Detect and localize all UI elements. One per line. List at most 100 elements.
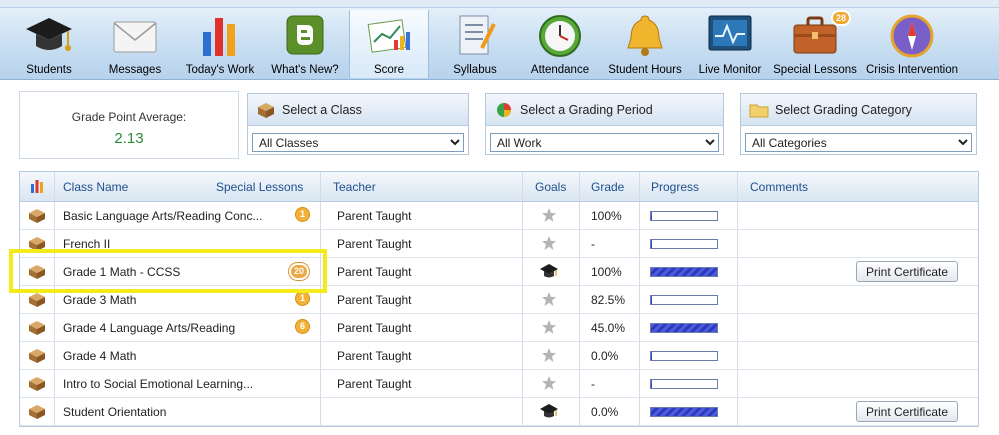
column-separator bbox=[737, 172, 738, 201]
special-lessons-badge[interactable]: 1 bbox=[295, 207, 310, 222]
teacher-name: Parent Taught bbox=[337, 209, 412, 223]
header-goals[interactable]: Goals bbox=[535, 180, 566, 194]
column-separator bbox=[320, 286, 321, 313]
class-name-link[interactable]: Intro to Social Emotional Learning... bbox=[63, 377, 253, 391]
progress-bar bbox=[650, 379, 718, 389]
grading-period-filter-header: Select a Grading Period bbox=[486, 94, 723, 126]
table-row[interactable]: Grade 4 Language Arts/Reading 6 Parent Tau… bbox=[20, 314, 978, 342]
teacher-name: Parent Taught bbox=[337, 377, 412, 391]
class-box-icon bbox=[29, 405, 45, 419]
table-row[interactable]: Grade 3 Math 1 Parent Taught 82.5% bbox=[20, 286, 978, 314]
progress-bar-fill bbox=[651, 268, 717, 276]
header-grade[interactable]: Grade bbox=[591, 180, 624, 194]
column-chart-icon bbox=[31, 180, 43, 193]
class-name-link[interactable]: Basic Language Arts/Reading Conc... bbox=[63, 209, 262, 223]
header-comments[interactable]: Comments bbox=[750, 180, 808, 194]
grade-value: 100% bbox=[591, 265, 622, 279]
toolbar-score[interactable]: Score bbox=[349, 10, 429, 78]
special-lessons-count-badge: 28 bbox=[831, 10, 851, 26]
toolbar-messages[interactable]: Messages bbox=[100, 10, 170, 78]
class-name-link[interactable]: French II bbox=[63, 237, 110, 251]
bar-chart-icon bbox=[203, 18, 235, 56]
column-separator bbox=[639, 314, 640, 341]
column-separator bbox=[579, 314, 580, 341]
folder-icon bbox=[749, 104, 769, 118]
toolbar-todays-work[interactable]: Today's Work bbox=[180, 10, 260, 78]
grade-value: 0.0% bbox=[591, 405, 619, 419]
print-certificate-button[interactable]: Print Certificate bbox=[856, 261, 958, 282]
column-separator bbox=[522, 314, 523, 341]
toolbar-syllabus[interactable]: Syllabus bbox=[440, 10, 510, 78]
table-row[interactable]: Grade 1 Math - CCSS 20 Parent Taught 100% Pr… bbox=[20, 258, 978, 286]
progress-bar-fill bbox=[651, 296, 653, 304]
toolbar-attendance[interactable]: Attendance bbox=[522, 10, 598, 78]
class-filter-title: Select a Class bbox=[282, 103, 362, 117]
teacher-name: Parent Taught bbox=[337, 321, 412, 335]
header-special-lessons[interactable]: Special Lessons bbox=[216, 180, 303, 194]
column-separator bbox=[639, 202, 640, 229]
teacher-name: Parent Taught bbox=[337, 237, 412, 251]
grade-value: - bbox=[591, 377, 595, 391]
column-separator bbox=[639, 286, 640, 313]
progress-bar bbox=[650, 323, 718, 333]
gpa-panel: Grade Point Average: 2.13 bbox=[19, 91, 239, 159]
grade-value: - bbox=[591, 237, 595, 251]
class-select[interactable]: All Classes bbox=[252, 133, 464, 152]
teacher-name: Parent Taught bbox=[337, 265, 412, 279]
class-name-link[interactable]: Grade 1 Math - CCSS bbox=[63, 265, 180, 279]
column-separator bbox=[54, 172, 55, 201]
column-separator bbox=[579, 286, 580, 313]
table-row[interactable]: French II Parent Taught - bbox=[20, 230, 978, 258]
column-separator bbox=[54, 370, 55, 397]
table-row[interactable]: Basic Language Arts/Reading Conc... 1 Pare… bbox=[20, 202, 978, 230]
column-separator bbox=[639, 398, 640, 425]
class-name-link[interactable]: Student Orientation bbox=[63, 405, 166, 419]
toolbar-whats-new[interactable]: What's New? bbox=[265, 10, 345, 78]
blogger-icon bbox=[286, 15, 324, 55]
class-box-icon bbox=[29, 237, 45, 251]
toolbar-crisis-intervention[interactable]: Crisis Intervention bbox=[862, 10, 962, 78]
header-progress[interactable]: Progress bbox=[651, 180, 699, 194]
print-certificate-button[interactable]: Print Certificate bbox=[856, 401, 958, 422]
header-teacher[interactable]: Teacher bbox=[333, 180, 376, 194]
toolbar-crisis-intervention-label: Crisis Intervention bbox=[865, 64, 959, 76]
class-box-icon bbox=[29, 265, 45, 279]
progress-bar-fill bbox=[651, 380, 653, 388]
toolbar-live-monitor[interactable]: Live Monitor bbox=[693, 10, 767, 78]
column-separator bbox=[320, 172, 321, 201]
toolbar-students[interactable]: Students bbox=[14, 10, 84, 78]
column-separator bbox=[737, 398, 738, 425]
class-name-link[interactable]: Grade 3 Math bbox=[63, 293, 136, 307]
grading-category-select[interactable]: All Categories bbox=[745, 133, 972, 152]
class-name-link[interactable]: Grade 4 Math bbox=[63, 349, 136, 363]
special-lessons-badge[interactable]: 1 bbox=[295, 291, 310, 306]
column-separator bbox=[522, 258, 523, 285]
grading-period-select[interactable]: All Work bbox=[490, 133, 719, 152]
graduation-cap-icon bbox=[26, 18, 72, 51]
class-box-icon bbox=[29, 293, 45, 307]
box-icon bbox=[258, 103, 274, 118]
class-name-link[interactable]: Grade 4 Language Arts/Reading bbox=[63, 321, 235, 335]
grading-category-filter-header: Select Grading Category bbox=[741, 94, 976, 126]
toolbar-student-hours[interactable]: Student Hours bbox=[602, 10, 688, 78]
toolbar-attendance-label: Attendance bbox=[530, 64, 590, 76]
table-row[interactable]: Student Orientation 0.0% Print Certificate bbox=[20, 398, 978, 426]
compass-icon bbox=[890, 14, 934, 58]
toolbar-top-strip bbox=[0, 0, 999, 8]
toolbar-special-lessons[interactable]: 28 Special Lessons bbox=[773, 10, 857, 78]
column-separator bbox=[579, 202, 580, 229]
column-separator bbox=[579, 172, 580, 201]
grading-period-filter-panel: Select a Grading Period All Work bbox=[485, 93, 724, 155]
special-lessons-badge[interactable]: 20 bbox=[289, 263, 309, 280]
progress-bar bbox=[650, 295, 718, 305]
column-separator bbox=[522, 342, 523, 369]
table-row[interactable]: Grade 4 Math Parent Taught 0.0% bbox=[20, 342, 978, 370]
header-class-name[interactable]: Class Name bbox=[63, 180, 128, 194]
column-separator bbox=[522, 370, 523, 397]
table-row[interactable]: Intro to Social Emotional Learning... Par… bbox=[20, 370, 978, 398]
special-lessons-badge[interactable]: 6 bbox=[295, 319, 310, 334]
progress-bar bbox=[650, 239, 718, 249]
column-separator bbox=[320, 370, 321, 397]
column-separator bbox=[54, 314, 55, 341]
envelope-icon bbox=[113, 21, 157, 53]
